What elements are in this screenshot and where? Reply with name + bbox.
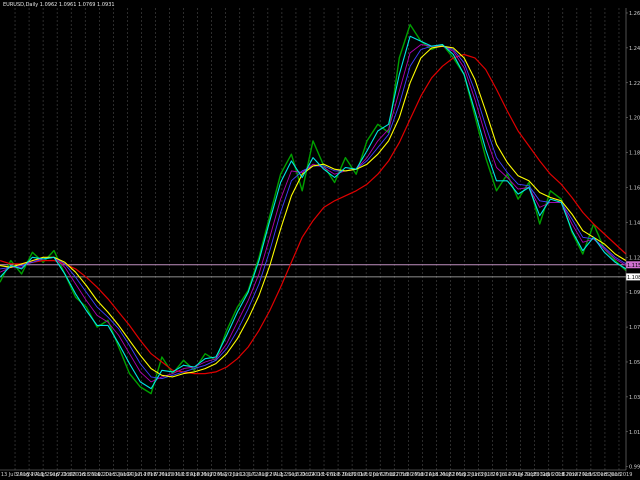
y-tick-label: 1.2460 <box>629 46 640 52</box>
series-line-ma_magenta <box>0 44 627 383</box>
y-tick-label: 1.0780 <box>629 325 640 331</box>
current-price-label: 1.1082 <box>627 275 640 281</box>
chart-title: EURUSD,Daily 1.0962 1.0961 1.0769 1.0931 <box>3 2 115 8</box>
grid <box>14 8 620 470</box>
y-tick-label: 1.2250 <box>629 81 640 87</box>
y-tick-label: 1.2040 <box>629 116 640 122</box>
chart-window[interactable]: 1.1155 1.1082 13 Jul 20163 Aug 201624 Aug… <box>0 0 640 480</box>
series-line-price <box>0 23 627 395</box>
price-chart[interactable]: 1.1155 1.1082 13 Jul 20163 Aug 201624 Aug… <box>0 0 640 480</box>
y-tick-label: 1.0360 <box>629 395 640 401</box>
series-line-ma_yellow <box>0 45 627 378</box>
y-tick-label: 1.1200 <box>629 255 640 261</box>
horizontal-levels: 1.1155 1.1082 <box>0 261 640 281</box>
series-line-ma_red <box>0 53 627 375</box>
y-tick-label: 1.0570 <box>629 360 640 366</box>
series-lines <box>0 23 627 395</box>
axes: 13 Jul 20163 Aug 201624 Aug 201615 Sep 2… <box>0 8 640 478</box>
y-tick-label: 1.1410 <box>629 220 640 226</box>
series-line-ma_blue <box>0 45 627 380</box>
y-tick-label: 1.1830 <box>629 151 640 157</box>
y-tick-label: 1.1620 <box>629 185 640 191</box>
y-tick-label: 1.2670 <box>629 11 640 17</box>
x-tick-label: 8 Jan 2019 <box>606 472 633 478</box>
series-line-smooth <box>0 35 627 390</box>
y-tick-label: 1.0990 <box>629 290 640 296</box>
level-price-label: 1.1155 <box>627 263 640 269</box>
y-tick-label: 1.0150 <box>629 430 640 436</box>
y-tick-label: 0.9940 <box>629 465 640 471</box>
